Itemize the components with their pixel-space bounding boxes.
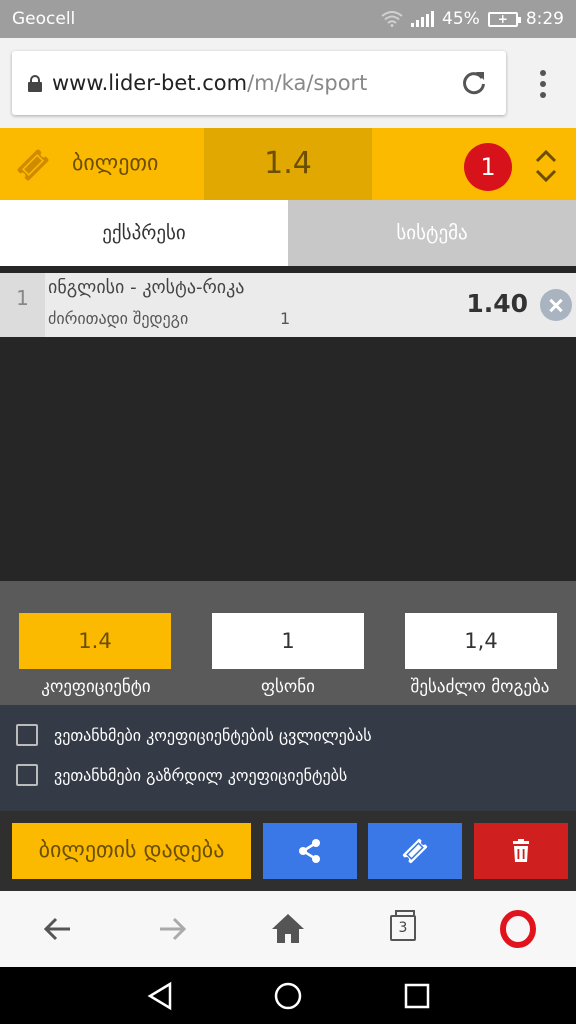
- ticket-total-odds: 1.4: [204, 128, 372, 200]
- wifi-icon: [381, 11, 403, 27]
- tab-express[interactable]: ექსპრესი: [0, 200, 288, 266]
- screen: Geocell 45% + 8:29 www.lider-bet.com/m/k…: [0, 0, 576, 1024]
- action-bar: ბილეთის დადება: [0, 811, 576, 891]
- system-back-icon[interactable]: [146, 981, 174, 1011]
- bet-count-badge: 1: [464, 143, 512, 191]
- address-bar[interactable]: www.lider-bet.com/m/ka/sport: [12, 51, 506, 115]
- ticket-label: ბილეთი: [72, 151, 159, 176]
- browser-toolbar: www.lider-bet.com/m/ka/sport: [0, 38, 576, 128]
- url-domain: www.lider-bet.com: [52, 71, 248, 95]
- home-icon[interactable]: [268, 909, 308, 949]
- place-bet-button[interactable]: ბილეთის დადება: [12, 823, 251, 879]
- delete-button[interactable]: [474, 823, 568, 879]
- bet-market: ძირითადი შედეგი: [48, 309, 189, 328]
- ticket-icon: [17, 149, 49, 181]
- android-nav-bar: [0, 967, 576, 1024]
- battery-percent: 45%: [442, 9, 480, 29]
- ticket-options: ვეთანხმები კოეფიციენტების ცვლილებას ვეთა…: [0, 705, 576, 811]
- stake-label: ფსონი: [261, 677, 315, 697]
- tab-system[interactable]: სისტემა: [288, 200, 576, 266]
- accept-increased-odds-label: ვეთანხმები გაზრდილ კოეფიციენტებს: [54, 765, 348, 785]
- bet-odd: 1.40: [466, 289, 528, 318]
- accept-increased-odds-option[interactable]: ვეთანხმები გაზრდილ კოეფიციენტებს: [16, 763, 347, 787]
- bet-event: ინგლისი - კოსტა-რიკა: [48, 277, 245, 298]
- clock: 8:29: [525, 9, 564, 29]
- signal-icon: [411, 11, 435, 27]
- lock-icon: [28, 74, 42, 92]
- browser-menu-icon[interactable]: [540, 70, 546, 103]
- accept-odds-change-label: ვეთანხმები კოეფიციენტების ცვლილებას: [54, 725, 372, 745]
- forward-icon[interactable]: [152, 909, 192, 949]
- total-odds-box: 1.4: [19, 613, 171, 669]
- back-icon[interactable]: [38, 909, 78, 949]
- accept-odds-change-option[interactable]: ვეთანხმები კოეფიციენტების ცვლილებას: [16, 723, 372, 747]
- system-recents-icon[interactable]: [403, 982, 431, 1010]
- system-home-icon[interactable]: [273, 981, 303, 1011]
- browser-bottom-nav: 3: [0, 891, 576, 967]
- accept-odds-change-checkbox[interactable]: [16, 724, 38, 746]
- empty-area: [0, 337, 576, 581]
- bet-type-tabs: ექსპრესი სისტემა: [0, 200, 576, 266]
- opera-logo-icon[interactable]: [498, 909, 538, 949]
- ticket-summary: 1.4 1 1,4 კოეფიციენტი ფსონი შესაძლო მოგე…: [0, 581, 576, 705]
- bet-pick: 1: [280, 309, 291, 328]
- tabs-count-icon[interactable]: 3: [390, 910, 416, 941]
- url-text[interactable]: www.lider-bet.com/m/ka/sport: [52, 71, 367, 95]
- share-icon: [299, 839, 320, 863]
- url-path: /m/ka/sport: [247, 71, 368, 95]
- ticket-icon: [402, 838, 428, 864]
- ticket-button[interactable]: [368, 823, 462, 879]
- expand-collapse-icon[interactable]: [534, 148, 558, 184]
- trash-icon: [513, 839, 529, 862]
- accept-increased-odds-checkbox[interactable]: [16, 764, 38, 786]
- carrier-name: Geocell: [12, 9, 76, 29]
- total-odds-label: კოეფიციენტი: [41, 677, 151, 697]
- possible-win-label: შესაძლო მოგება: [410, 677, 550, 697]
- battery-icon: +: [487, 11, 521, 27]
- reload-icon[interactable]: [460, 69, 488, 97]
- possible-win-box: 1,4: [405, 613, 557, 669]
- remove-bet-icon[interactable]: [540, 289, 572, 321]
- status-bar: Geocell 45% + 8:29: [0, 0, 576, 38]
- bet-row: 1 ინგლისი - კოსტა-რიკა ძირითადი შედეგი 1…: [0, 273, 576, 337]
- bet-number: 1: [0, 273, 45, 337]
- status-icons: 45% + 8:29: [381, 9, 564, 29]
- stake-input[interactable]: 1: [212, 613, 364, 669]
- share-button[interactable]: [263, 823, 357, 879]
